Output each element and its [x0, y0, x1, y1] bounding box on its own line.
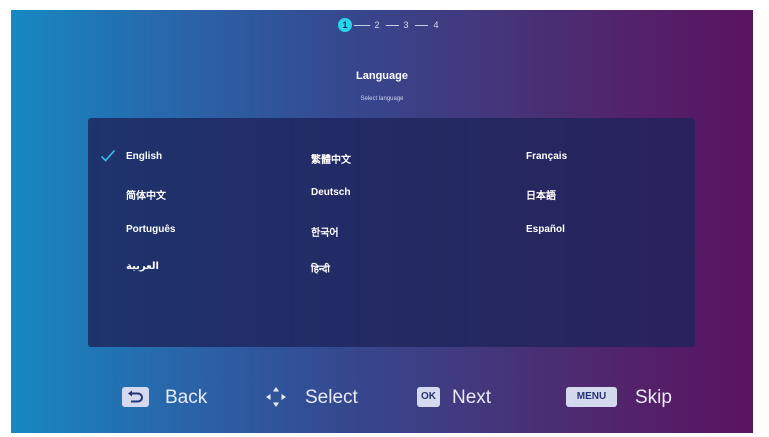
skip-label: Skip [635, 387, 672, 408]
select-hint[interactable]: Select [263, 384, 383, 410]
language-option-spanish[interactable]: Español [526, 224, 565, 235]
checkmark-icon [100, 149, 116, 162]
next-label: Next [452, 387, 492, 408]
step-1: 1 [338, 18, 352, 32]
step-connector [354, 25, 370, 26]
dpad-arrows-icon [266, 387, 286, 407]
language-option-japanese[interactable]: 日本語 [526, 187, 556, 202]
language-option-simplified-chinese[interactable]: 简体中文 [126, 187, 166, 202]
step-connector [386, 25, 399, 26]
page-title: Language [356, 70, 408, 82]
setup-wizard: 1 2 3 4 Language Select language English… [11, 10, 753, 433]
language-option-korean[interactable]: 한국어 [311, 224, 339, 239]
ok-key: OK [417, 387, 440, 407]
menu-key: MENU [566, 387, 617, 407]
back-key-icon [122, 387, 149, 407]
page-subtitle: Select language [360, 96, 404, 102]
skip-hint[interactable]: MENU Skip [566, 384, 696, 410]
language-option-german[interactable]: Deutsch [311, 187, 350, 198]
step-3: 3 [403, 20, 409, 30]
language-option-french[interactable]: Français [526, 151, 567, 162]
language-option-arabic[interactable]: العربية [126, 261, 159, 272]
language-option-english[interactable]: English [126, 151, 162, 162]
language-option-traditional-chinese[interactable]: 繁體中文 [311, 151, 351, 166]
step-connector [415, 25, 428, 26]
next-hint[interactable]: OK Next [417, 384, 527, 410]
step-2: 2 [374, 20, 380, 30]
screen: 1 2 3 4 Language Select language English… [0, 0, 769, 437]
language-option-portuguese[interactable]: Português [126, 224, 175, 235]
back-hint[interactable]: Back [122, 384, 232, 410]
step-4: 4 [433, 20, 439, 30]
select-label: Select [305, 387, 358, 408]
language-option-hindi[interactable]: हिन्दी [311, 261, 330, 275]
back-label: Back [165, 387, 208, 408]
language-list: English 繁體中文 Français 简体中文 Deutsch 日本語 P… [88, 118, 695, 347]
step-indicator: 1 2 3 4 [11, 18, 753, 36]
